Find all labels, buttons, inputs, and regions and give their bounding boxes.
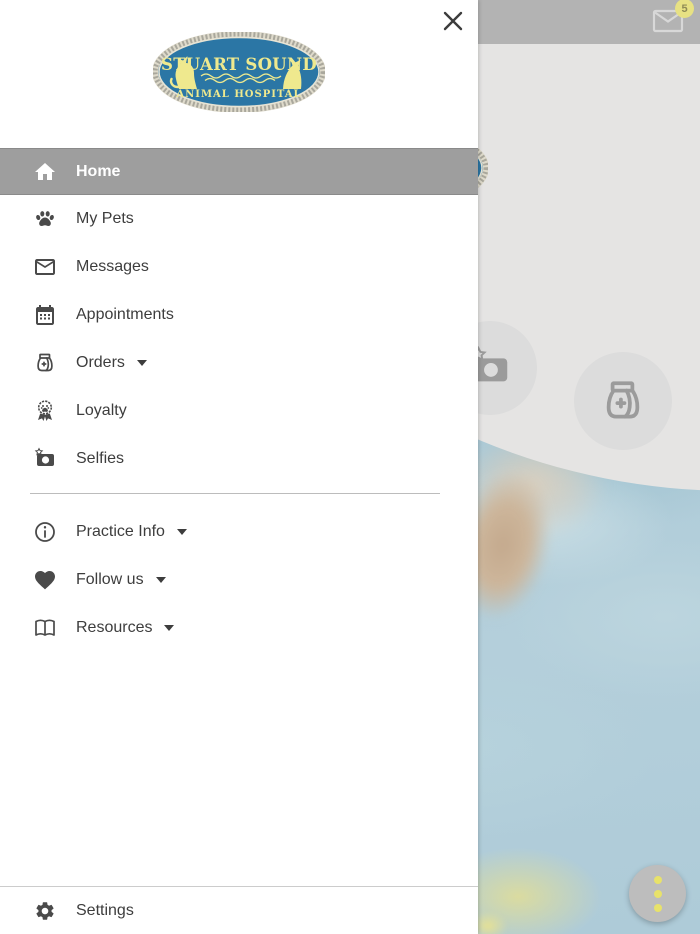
drawer-item-resources[interactable]: Resources xyxy=(0,604,478,652)
chevron-down-icon xyxy=(164,625,175,631)
fab-dot xyxy=(653,903,662,912)
calendar-icon xyxy=(33,303,57,327)
fab-dot xyxy=(653,889,662,898)
drawer-menu: Home My Pets Messages Appointments Order… xyxy=(0,148,478,652)
heart-icon xyxy=(33,568,57,592)
drawer-item-messages[interactable]: Messages xyxy=(0,243,478,291)
logo-line2: ANIMAL HOSPITAL xyxy=(175,89,301,100)
drawer-item-orders[interactable]: Orders xyxy=(0,339,478,387)
close-icon[interactable] xyxy=(440,8,466,34)
more-actions-fab[interactable] xyxy=(629,865,686,922)
drawer-item-label: Loyalty xyxy=(76,402,127,419)
book-icon xyxy=(33,616,57,640)
drawer-item-appointments[interactable]: Appointments xyxy=(0,291,478,339)
pool-toy xyxy=(472,908,512,934)
drawer-item-home[interactable]: Home xyxy=(0,148,478,195)
paw-icon xyxy=(33,207,57,231)
drawer-item-label: Practice Info xyxy=(76,523,165,540)
drawer-item-label: Selfies xyxy=(76,450,125,467)
info-icon xyxy=(33,520,57,544)
drawer-item-label: Home xyxy=(76,162,121,180)
chevron-down-icon xyxy=(155,577,166,583)
chevron-down-icon xyxy=(136,360,147,366)
drawer-item-label: Messages xyxy=(76,258,149,275)
drawer-item-label: Follow us xyxy=(76,571,144,588)
drawer-item-label: Resources xyxy=(76,619,153,636)
unread-count-badge: 5 xyxy=(675,0,694,18)
drawer-item-label: Settings xyxy=(76,901,134,919)
drawer-item-label: Orders xyxy=(76,354,125,371)
food-bag-icon xyxy=(33,351,57,375)
menu-divider xyxy=(30,493,440,494)
food-bag-icon xyxy=(598,376,648,426)
drawer-item-settings[interactable]: Settings xyxy=(0,886,478,934)
messages-header-button[interactable]: 5 xyxy=(652,0,694,37)
orders-circle-button[interactable] xyxy=(574,352,672,450)
logo-line1: STUART SOUND xyxy=(161,55,317,74)
app-screen: 5 STUART SOUND ANIMAL HOSPITAL Home My P… xyxy=(0,0,700,934)
award-icon xyxy=(33,399,57,423)
drawer-item-follow-us[interactable]: Follow us xyxy=(0,556,478,604)
gear-icon xyxy=(33,899,57,923)
camera-star-icon xyxy=(33,447,57,471)
drawer-item-practice-info[interactable]: Practice Info xyxy=(0,508,478,556)
drawer-item-selfies[interactable]: Selfies xyxy=(0,435,478,483)
envelope-icon xyxy=(33,255,57,279)
fab-dot xyxy=(653,875,662,884)
navigation-drawer: STUART SOUND ANIMAL HOSPITAL Home My Pet… xyxy=(0,0,478,934)
drawer-item-loyalty[interactable]: Loyalty xyxy=(0,387,478,435)
drawer-item-my-pets[interactable]: My Pets xyxy=(0,195,478,243)
drawer-item-label: My Pets xyxy=(76,210,134,227)
chevron-down-icon xyxy=(176,529,187,535)
drawer-item-label: Appointments xyxy=(76,306,174,323)
clinic-logo: STUART SOUND ANIMAL HOSPITAL xyxy=(0,0,478,148)
home-icon xyxy=(33,160,57,184)
